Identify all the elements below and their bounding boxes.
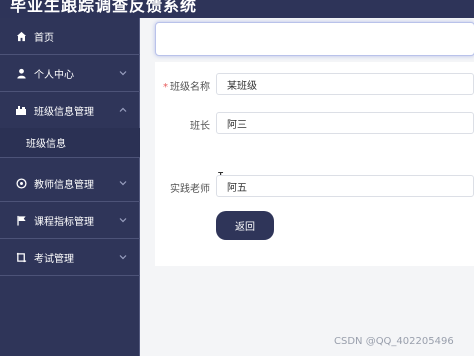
flag-icon: [14, 213, 28, 227]
home-icon: [14, 29, 28, 43]
back-button[interactable]: 返回: [216, 211, 274, 240]
chevron-down-icon: [118, 215, 128, 225]
class-icon: [14, 103, 28, 117]
practice-teacher-label: 实践老师: [170, 184, 210, 195]
sidebar-item-label: 班级信息管理: [34, 106, 94, 118]
monitor-field[interactable]: 阿三: [216, 112, 474, 134]
chevron-down-icon: [118, 178, 128, 188]
required-marker: *: [163, 82, 168, 93]
teacher-icon: [14, 176, 28, 190]
chevron-down-icon: [118, 68, 128, 78]
sidebar: 首页 个人中心 班级信息管理 班级信息 教师信息管理 课程指标管理 考试管理: [0, 18, 140, 356]
chevron-up-icon: [118, 105, 128, 115]
exam-icon: [14, 250, 28, 264]
sidebar-subitem-class-info[interactable]: 班级信息: [0, 128, 140, 158]
monitor-label: 班长: [190, 121, 210, 132]
sidebar-item-home[interactable]: 首页: [0, 18, 140, 55]
sidebar-item-teacher-management[interactable]: 教师信息管理: [0, 165, 140, 202]
sidebar-item-label: 个人中心: [34, 69, 74, 81]
chevron-down-icon: [118, 252, 128, 262]
sidebar-item-label: 课程指标管理: [34, 216, 94, 228]
class-name-label: * 班级名称: [163, 82, 210, 93]
sidebar-item-class-management[interactable]: 班级信息管理: [0, 92, 140, 129]
sidebar-item-label: 教师信息管理: [34, 179, 94, 191]
sidebar-item-exam-management[interactable]: 考试管理: [0, 239, 140, 276]
top-search-field[interactable]: [155, 22, 474, 56]
sidebar-subitem-label: 班级信息: [26, 139, 66, 150]
practice-teacher-field[interactable]: 阿五: [216, 175, 474, 197]
app-header: 毕业生跟踪调查反馈系统: [0, 0, 474, 18]
sidebar-item-course-indicator[interactable]: 课程指标管理: [0, 202, 140, 239]
sidebar-item-label: 考试管理: [34, 253, 74, 265]
sidebar-item-label: 首页: [34, 32, 54, 44]
sidebar-item-profile[interactable]: 个人中心: [0, 55, 140, 92]
app-title: 毕业生跟踪调查反馈系统: [10, 0, 198, 15]
user-icon: [14, 66, 28, 80]
class-name-field[interactable]: 某班级: [216, 73, 474, 95]
watermark: CSDN @QQ_402205496: [334, 336, 454, 347]
